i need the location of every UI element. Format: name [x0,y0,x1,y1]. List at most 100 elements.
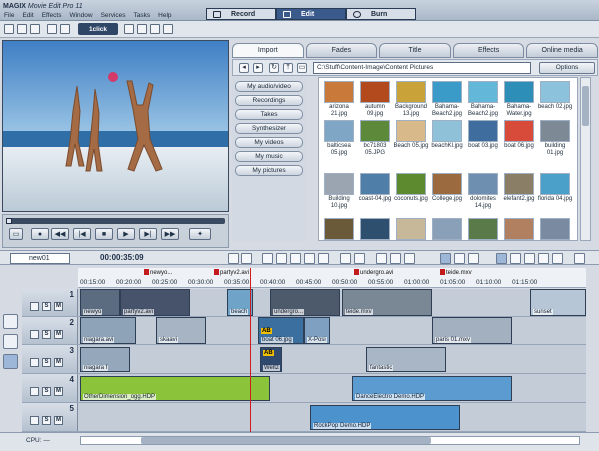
project-selector[interactable]: new01 [10,253,70,264]
tab-edit[interactable]: Edit [276,8,346,20]
timeline-scrollbar[interactable] [80,436,580,445]
thumbnail[interactable] [537,218,573,240]
copy-icon[interactable] [340,253,351,264]
save-icon[interactable] [30,24,40,34]
thumbnail[interactable]: Bahama-Beach2.jpg [429,81,465,118]
clip[interactable]: newyo [80,289,120,316]
thumbnail[interactable]: Background 13.jpg [393,81,429,118]
thumbnail[interactable]: autumn 09.jpg [357,81,393,118]
transition-badge[interactable]: AB [261,328,272,334]
tab-fades[interactable]: Fades [305,43,378,58]
group-icon[interactable] [376,253,387,264]
marker[interactable]: undergro.avi [354,269,393,276]
track-3[interactable]: 3SM niagara f Weltz AB fantastic [22,345,586,374]
clip[interactable]: skaavi [156,317,206,344]
scroll-thumb[interactable] [141,437,431,444]
thumbnail[interactable] [465,218,501,240]
clip[interactable]: niagara f [80,347,130,372]
delete-icon[interactable] [318,253,329,264]
thumbnail[interactable]: coconuts.jpg [393,173,429,203]
menu-tasks[interactable]: Tasks [134,12,151,19]
thumbnail[interactable]: arizona 21.jpg [321,81,357,118]
trim-icon[interactable] [304,253,315,264]
record-icon[interactable]: ● [31,228,49,240]
solo-button[interactable]: S [42,416,51,425]
seek-handle[interactable] [6,218,12,224]
clip[interactable]: X-Posi [304,317,330,344]
undo-icon[interactable] [47,24,57,34]
category-my-audio-video[interactable]: My audio/video [235,81,303,92]
play-icon[interactable]: ▶ [117,228,135,240]
thumbnail[interactable] [501,218,537,240]
track-2[interactable]: 2SM niagara.avi skaavi boat 06.jpg AB X-P… [22,317,586,345]
folder-up-icon[interactable]: ⤒ [283,63,293,73]
clip[interactable]: undergro... [270,289,340,316]
help-icon[interactable] [163,24,173,34]
grid-icon[interactable] [137,24,147,34]
stop-icon[interactable]: ■ [95,228,113,240]
clip[interactable]: niagara.avi [80,317,136,344]
track-lock-icon[interactable] [30,358,39,367]
snap-icon[interactable] [404,253,415,264]
pointer-icon[interactable] [496,253,507,264]
track-5[interactable]: 5SM RockPop Demo.HDP [22,403,586,432]
marker-icon[interactable] [468,253,479,264]
clip[interactable]: fantastic [366,347,446,372]
time-ruler[interactable]: newyo... partyv2.avi undergro.avi teide.… [78,268,586,288]
thumbnail[interactable]: dolomites 14.jpg [465,173,501,210]
path-field[interactable]: C:\Stuff\Content-Image\Content Pictures [313,62,531,74]
thumbnail[interactable]: bc71803 05.JPG [357,120,393,157]
thumbnail[interactable]: balticsea 05.jpg [321,120,357,157]
audio-clip[interactable]: RockPop Demo.HDP [310,405,460,430]
solo-button[interactable]: S [42,330,51,339]
track-lock-icon[interactable] [30,330,39,339]
transition-badge[interactable]: AB [263,350,274,356]
tab-title[interactable]: Title [379,43,451,58]
menu-services[interactable]: Services [101,12,126,19]
scrub-icon[interactable] [552,253,563,264]
audio-clip[interactable]: OtherDimension_ogg.HDP [80,376,270,401]
rewind-icon[interactable]: ◀◀ [51,228,69,240]
menu-file[interactable]: File [4,12,14,19]
zoom-icon[interactable] [538,253,549,264]
mode-icon[interactable] [440,253,451,264]
capture-icon[interactable] [124,24,134,34]
thumbnail[interactable]: beachKl.jpg [429,120,465,150]
scroll-thumb[interactable] [582,86,589,126]
mute-button[interactable]: M [54,302,63,311]
category-my-music[interactable]: My music [235,151,303,162]
clip[interactable]: partyv2.avi [120,289,190,316]
split-icon[interactable] [290,253,301,264]
category-my-videos[interactable]: My videos [235,137,303,148]
select-icon[interactable] [510,253,521,264]
track-4[interactable]: 4SM OtherDimension_ogg.HDP DanceElectro … [22,374,586,403]
prev-icon[interactable]: |◀ [73,228,91,240]
marker[interactable]: teide.mxv [440,269,472,276]
scissors-icon[interactable] [276,253,287,264]
redo-icon[interactable] [241,253,252,264]
thumbnail[interactable]: Bahama-Beach2.jpg [465,81,501,118]
next-icon[interactable]: ▶| [139,228,157,240]
paste-icon[interactable] [354,253,365,264]
thumbnail[interactable] [357,218,393,240]
tab-record[interactable]: Record [206,8,276,20]
track-1[interactable]: 1SM newyo partyv2.avi beach undergro... … [22,289,586,317]
options-button[interactable]: Options [539,62,595,74]
reload-icon[interactable]: ↻ [269,63,279,73]
thumbnail[interactable] [429,218,465,240]
thumbnail[interactable]: beach 02.jpg [537,81,573,111]
tab-online-media[interactable]: Online media [526,43,598,58]
settings-icon[interactable] [574,253,585,264]
clip[interactable]: paris 01.mxv [432,317,512,344]
track-lock-icon[interactable] [30,302,39,311]
thumbnail[interactable]: elefant2.jpg [501,173,537,203]
audio-clip[interactable]: DanceElectro Demo.HDP [352,376,512,401]
scene-icon[interactable] [3,334,18,349]
preview-seek-slider[interactable] [6,218,225,224]
list-icon[interactable] [150,24,160,34]
thumbnail[interactable] [321,218,357,240]
thumbnail[interactable]: boat 06.jpg [501,120,537,150]
menu-help[interactable]: Help [158,12,171,19]
playhead[interactable] [250,268,251,432]
mute-button[interactable]: M [54,330,63,339]
